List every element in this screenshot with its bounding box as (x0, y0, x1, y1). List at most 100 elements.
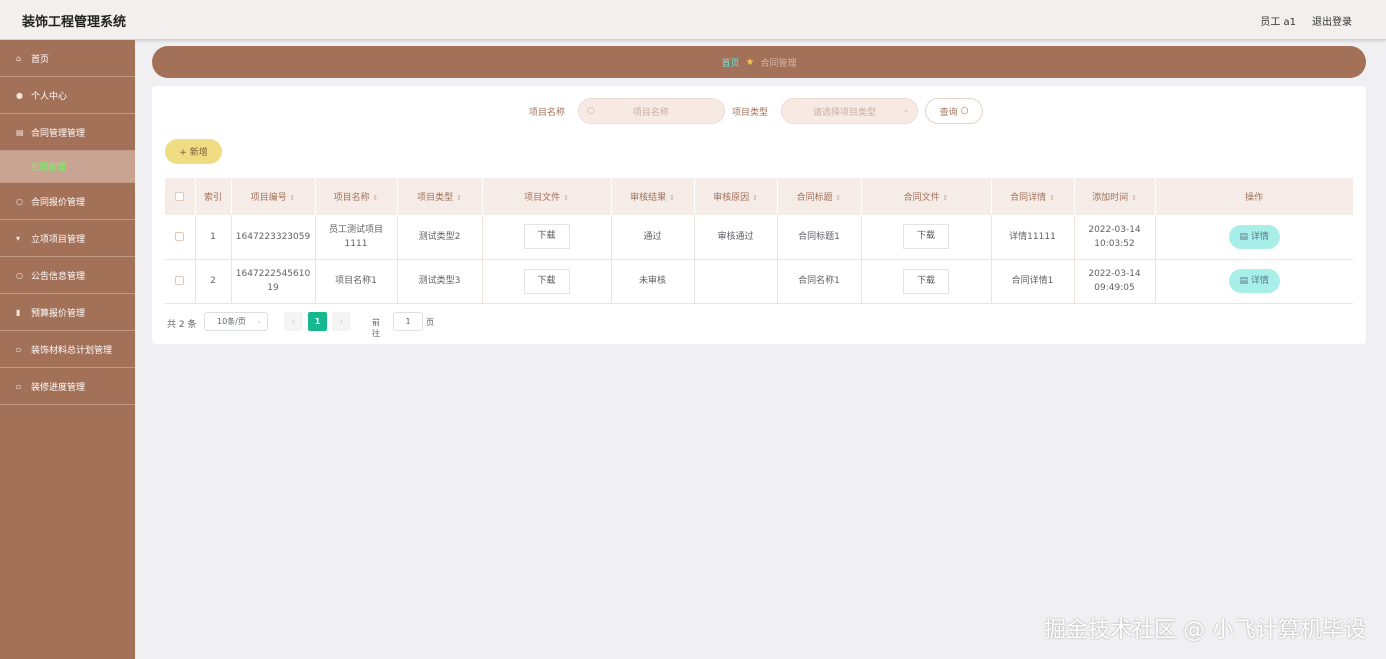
document-icon: ▤ (1239, 276, 1251, 286)
top-bar: 装饰工程管理系统 员工 a1 退出登录 (0, 0, 1386, 40)
chevron-down-icon: ⌄ (256, 317, 262, 325)
breadcrumb-home[interactable]: 首页 (722, 56, 740, 69)
detail-button[interactable]: ▤ 详情 (1228, 269, 1280, 293)
app-title: 装饰工程管理系统 (22, 15, 127, 30)
column-header[interactable]: 合同文件 ⇕ (861, 178, 992, 215)
sort-icon[interactable]: ⇕ (752, 194, 758, 202)
column-header[interactable]: 项目类型 ⇕ (397, 178, 483, 215)
sidebar-item-label: 合同报价管理 (31, 197, 86, 208)
cell-time: 2022-03-14 10:03:52 (1074, 215, 1156, 260)
sidebar-subitem-contract[interactable]: 合同管理 (0, 151, 135, 183)
column-header: 索引 (195, 178, 232, 215)
sort-icon[interactable]: ⇕ (836, 194, 842, 202)
contract-icon: ▤ (16, 127, 24, 137)
cell-type: 测试类型3 (397, 259, 483, 304)
cell-file: 下载 (482, 215, 612, 260)
sidebar-item-project[interactable]: ▾ 立项项目管理 (0, 220, 135, 257)
sort-icon[interactable]: ⇕ (563, 194, 569, 202)
sort-icon[interactable]: ⇕ (373, 194, 379, 202)
search-button[interactable]: 查询 ○ (925, 98, 983, 124)
sidebar-item-label: 首页 (31, 54, 50, 65)
cell-actions: ▤ 详情 (1155, 215, 1353, 260)
current-user: 员工 a1 (1260, 17, 1296, 28)
notice-icon: ○ (16, 270, 23, 280)
project-type-select[interactable]: 请选择项目类型 ⌄ (781, 98, 918, 124)
prev-page-button[interactable]: ‹ (284, 312, 303, 331)
page-size-select[interactable]: 10条/页 ⌄ (204, 312, 268, 331)
sidebar-item-label: 公告信息管理 (31, 271, 86, 282)
detail-button-label: 详情 (1250, 231, 1269, 242)
chevron-right-icon: › (339, 316, 344, 327)
cell-title: 合同名称1 (777, 259, 862, 304)
column-header[interactable]: 合同详情 ⇕ (991, 178, 1075, 215)
column-header[interactable]: 审核原因 ⇕ (694, 178, 778, 215)
cell-type: 测试类型2 (397, 215, 483, 260)
chevron-left-icon: ‹ (291, 316, 296, 327)
search-bar: 项目名称 ○ 项目名称 项目类型 请选择项目类型 ⌄ 查询 ○ (152, 98, 1366, 124)
row-checkbox[interactable] (165, 259, 196, 304)
goto-page-input[interactable]: 1 (393, 312, 423, 331)
sort-icon[interactable]: ⇕ (456, 194, 462, 202)
sort-icon[interactable]: ⇕ (1049, 194, 1055, 202)
column-header[interactable]: 项目编号 ⇕ (231, 178, 316, 215)
sidebar-item-home[interactable]: ⌂ 首页 (0, 40, 135, 77)
sort-icon[interactable]: ⇕ (669, 194, 675, 202)
project-name-placeholder: 项目名称 (632, 107, 669, 118)
column-header[interactable]: 项目文件 ⇕ (482, 178, 612, 215)
cell-detail: 合同详情1 (991, 259, 1075, 304)
goto-label: 前往 (372, 318, 380, 338)
sidebar-item-contract-group[interactable]: ▤ 合同管理管理 (0, 114, 135, 151)
cell-code: 1647223323059 (231, 215, 316, 260)
project-type-label: 项目类型 (732, 108, 769, 118)
sort-icon[interactable]: ⇕ (943, 194, 949, 202)
cell-result: 未审核 (611, 259, 695, 304)
cell-reason: 审核通过 (694, 215, 778, 260)
logout-link[interactable]: 退出登录 (1312, 13, 1352, 28)
sidebar: ⌂ 首页 ● 个人中心 ▤ 合同管理管理 合同管理 ○ 合同报价管理 ▾ 立项项… (0, 40, 135, 659)
page-number-current[interactable]: 1 (308, 312, 327, 331)
sidebar-item-label: 个人中心 (31, 91, 68, 102)
detail-button-label: 详情 (1250, 276, 1269, 286)
cell-detail: 详情11111 (991, 215, 1075, 260)
detail-button[interactable]: ▤ 详情 (1228, 224, 1280, 249)
sidebar-item-label: 立项项目管理 (31, 234, 86, 245)
sidebar-item-quote[interactable]: ○ 合同报价管理 (0, 183, 135, 220)
page-suffix: 页 (426, 318, 434, 327)
contract-table: 索引 项目编号 ⇕ 项目名称 ⇕ 项目类型 ⇕ 项目文件 ⇕ 审核结果 ⇕ 审核… (165, 178, 1354, 304)
download-button[interactable]: 下载 (523, 268, 570, 294)
sidebar-item-label: 预算报价管理 (31, 308, 86, 319)
select-all-checkbox[interactable] (165, 178, 196, 215)
cell-actions: ▤ 详情 (1155, 259, 1353, 304)
page-size-value: 10条/页 (217, 317, 246, 326)
table-row: 1 1647223323059 员工测试项目1111 测试类型2 下载 通过 审… (165, 215, 1353, 260)
sidebar-item-material[interactable]: ▫ 装饰材料总计划管理 (0, 331, 135, 368)
quote-icon: ○ (16, 196, 23, 206)
row-checkbox[interactable] (165, 215, 196, 260)
project-name-input[interactable]: ○ 项目名称 (578, 98, 725, 124)
project-name-label: 项目名称 (529, 108, 566, 118)
sidebar-item-notice[interactable]: ○ 公告信息管理 (0, 257, 135, 294)
add-button[interactable]: + 新增 (165, 139, 222, 164)
column-header[interactable]: 合同标题 ⇕ (777, 178, 862, 215)
sidebar-item-label: 装饰材料总计划管理 (31, 345, 113, 356)
next-page-button[interactable]: › (332, 312, 351, 331)
column-header[interactable]: 审核结果 ⇕ (611, 178, 695, 215)
sidebar-item-profile[interactable]: ● 个人中心 (0, 77, 135, 114)
sort-icon[interactable]: ⇕ (290, 194, 296, 202)
column-header[interactable]: 添加时间 ⇕ (1074, 178, 1156, 215)
material-icon: ▫ (16, 344, 22, 354)
table-row: 2 1647222545610 19 项目名称1 测试类型3 下载 未审核 合同… (165, 259, 1353, 304)
document-icon: ▤ (1239, 231, 1251, 242)
sidebar-item-budget[interactable]: ▮ 预算报价管理 (0, 294, 135, 331)
download-button[interactable]: 下载 (903, 224, 949, 250)
cell-index: 1 (195, 215, 232, 260)
column-header[interactable]: 项目名称 ⇕ (315, 178, 398, 215)
search-icon: ○ (587, 106, 595, 116)
sort-icon[interactable]: ⇕ (1131, 194, 1137, 202)
download-button[interactable]: 下载 (903, 268, 949, 294)
download-button[interactable]: 下载 (523, 224, 570, 250)
sidebar-item-progress[interactable]: ▫ 装修进度管理 (0, 368, 135, 405)
cell-reason (694, 259, 778, 304)
pagination-total: 共 2 条 (167, 320, 197, 330)
cell-name: 项目名称1 (315, 259, 398, 304)
